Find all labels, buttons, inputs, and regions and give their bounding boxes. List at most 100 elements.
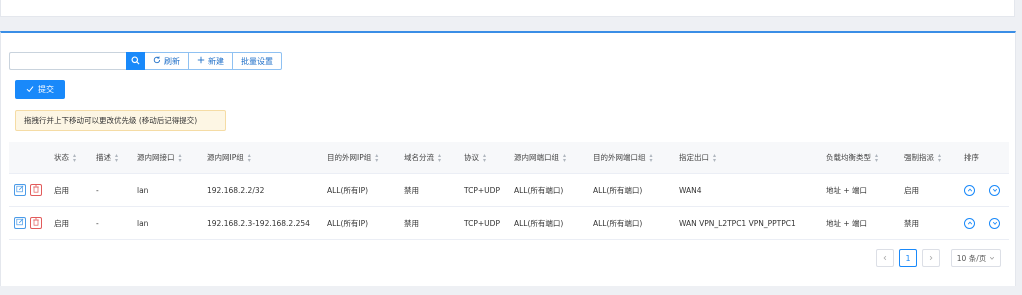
edit-button[interactable] (14, 217, 26, 229)
header-domain[interactable]: 域名分流 ▴ ▾ (404, 142, 443, 173)
refresh-button[interactable]: 刷新 (145, 52, 189, 70)
sort-icon: ▴ ▾ (178, 151, 182, 164)
sort-icon: ▴ ▾ (938, 151, 942, 164)
cell-src-if: lan (137, 185, 149, 195)
toolbar: 刷新 新建 批量设置 (9, 52, 282, 70)
cell-domain: 禁用 (404, 185, 419, 195)
cell-src-port: ALL(所有端口) (514, 218, 564, 228)
refresh-label: 刷新 (164, 56, 180, 66)
cell-dst-ip: ALL(所有IP) (327, 218, 369, 228)
edit-button[interactable] (14, 184, 26, 196)
row-order (964, 174, 1014, 206)
cell-src-ip: 192.168.2.2/32 (207, 185, 265, 195)
batch-settings-button[interactable]: 批量设置 (233, 52, 282, 70)
cell-dst-port: ALL(所有端口) (593, 218, 643, 228)
delete-button[interactable] (30, 217, 42, 229)
chevron-down-icon (992, 219, 998, 228)
header-lb[interactable]: 负载均衡类型 ▴ ▾ (826, 142, 880, 173)
cell-status: 启用 (54, 185, 69, 195)
header-src-port[interactable]: 源内网端口组 ▴ ▾ (514, 142, 568, 173)
refresh-icon (153, 56, 161, 66)
header-order: 排序 (964, 153, 979, 162)
row-actions (14, 174, 46, 206)
cell-lb: 地址 + 端口 (826, 185, 868, 195)
check-icon (26, 85, 34, 95)
chevron-down-icon (989, 254, 995, 263)
cell-out: WAN4 (679, 185, 702, 195)
header-out[interactable]: 指定出口 ▴ ▾ (679, 142, 718, 173)
header-src-if[interactable]: 源内网接口 ▴ ▾ (137, 142, 184, 173)
sort-icon: ▴ ▾ (438, 151, 442, 164)
trash-icon (32, 218, 40, 228)
chevron-up-icon (967, 219, 973, 228)
cell-proto: TCP+UDP (464, 218, 500, 228)
next-page-button[interactable] (922, 249, 940, 267)
header-dst-ip[interactable]: 目的外网IP组 ▴ ▾ (327, 142, 380, 173)
prev-page-button[interactable] (876, 249, 894, 267)
move-down-button[interactable] (989, 184, 1000, 196)
rules-table: 状态 ▴ ▾ 描述 ▴ ▾ 源内网接口 ▴ ▾ 源内网IP组 ▴ ▾ 目的外网IP组 ▴ ▾ 域名分… (9, 142, 1009, 240)
rules-panel: 刷新 新建 批量设置 提交 拖拽行并上下移动可以更改优先级 (移动后记得提交) … (0, 31, 1016, 286)
top-panel (0, 0, 1015, 17)
header-status[interactable]: 状态 ▴ ▾ (54, 142, 78, 173)
cell-domain: 禁用 (404, 218, 419, 228)
cell-proto: TCP+UDP (464, 185, 500, 195)
cell-out: WAN VPN_L2TPC1 VPN_PPTPC1 (679, 218, 796, 228)
row-order (964, 207, 1014, 239)
sort-icon: ▴ ▾ (73, 151, 77, 164)
cell-force: 启用 (904, 185, 919, 195)
pagination: 1 10 条/页 (876, 249, 1001, 267)
sort-icon: ▴ ▾ (563, 151, 567, 164)
header-proto[interactable]: 协议 ▴ ▾ (464, 142, 488, 173)
cell-desc: - (96, 185, 99, 195)
header-src-ip[interactable]: 源内网IP组 ▴ ▾ (207, 142, 253, 173)
cell-desc: - (96, 218, 99, 228)
batch-settings-label: 批量设置 (241, 56, 273, 66)
move-up-button[interactable] (964, 217, 975, 229)
edit-icon (16, 218, 24, 228)
chevron-down-icon (992, 186, 998, 195)
cell-status: 启用 (54, 218, 69, 228)
edit-icon (16, 185, 24, 195)
sort-icon: ▴ ▾ (115, 151, 119, 164)
new-button[interactable]: 新建 (189, 52, 233, 70)
trash-icon (32, 185, 40, 195)
search-button[interactable] (126, 52, 145, 70)
table-row[interactable]: 启用 - lan 192.168.2.3-192.168.2.254 ALL(所… (9, 207, 1009, 240)
submit-button[interactable]: 提交 (15, 80, 65, 99)
search-icon (131, 55, 140, 67)
submit-label: 提交 (38, 85, 54, 94)
chevron-left-icon (882, 254, 888, 263)
table-header: 状态 ▴ ▾ 描述 ▴ ▾ 源内网接口 ▴ ▾ 源内网IP组 ▴ ▾ 目的外网IP组 ▴ ▾ 域名分… (9, 142, 1009, 174)
sort-icon: ▴ ▾ (713, 151, 717, 164)
cell-src-port: ALL(所有端口) (514, 185, 564, 195)
chevron-up-icon (967, 186, 973, 195)
row-actions (14, 207, 46, 239)
cell-force: 禁用 (904, 218, 919, 228)
cell-src-ip: 192.168.2.3-192.168.2.254 (207, 218, 310, 228)
plus-icon (197, 56, 205, 66)
cell-src-if: lan (137, 218, 149, 228)
sort-icon: ▴ ▾ (483, 151, 487, 164)
page-size-label: 10 条/页 (956, 253, 987, 263)
page-number[interactable]: 1 (899, 249, 917, 267)
move-up-button[interactable] (964, 184, 975, 196)
drag-hint: 拖拽行并上下移动可以更改优先级 (移动后记得提交) (15, 110, 226, 131)
cell-dst-ip: ALL(所有IP) (327, 185, 369, 195)
cell-dst-port: ALL(所有端口) (593, 185, 643, 195)
chevron-right-icon (928, 254, 934, 263)
sort-icon: ▴ ▾ (649, 151, 653, 164)
move-down-button[interactable] (989, 217, 1000, 229)
cell-lb: 地址 + 端口 (826, 218, 868, 228)
header-desc[interactable]: 描述 ▴ ▾ (96, 142, 120, 173)
delete-button[interactable] (30, 184, 42, 196)
header-force[interactable]: 强制指派 ▴ ▾ (904, 142, 943, 173)
new-label: 新建 (208, 56, 224, 66)
sort-icon: ▴ ▾ (375, 151, 379, 164)
header-dst-port[interactable]: 目的外网端口组 ▴ ▾ (593, 142, 655, 173)
search-input[interactable] (9, 52, 126, 70)
sort-icon: ▴ ▾ (875, 151, 879, 164)
table-row[interactable]: 启用 - lan 192.168.2.2/32 ALL(所有IP) 禁用 TCP… (9, 174, 1009, 207)
page-size-select[interactable]: 10 条/页 (951, 249, 1001, 267)
drag-hint-text: 拖拽行并上下移动可以更改优先级 (移动后记得提交) (24, 116, 198, 125)
